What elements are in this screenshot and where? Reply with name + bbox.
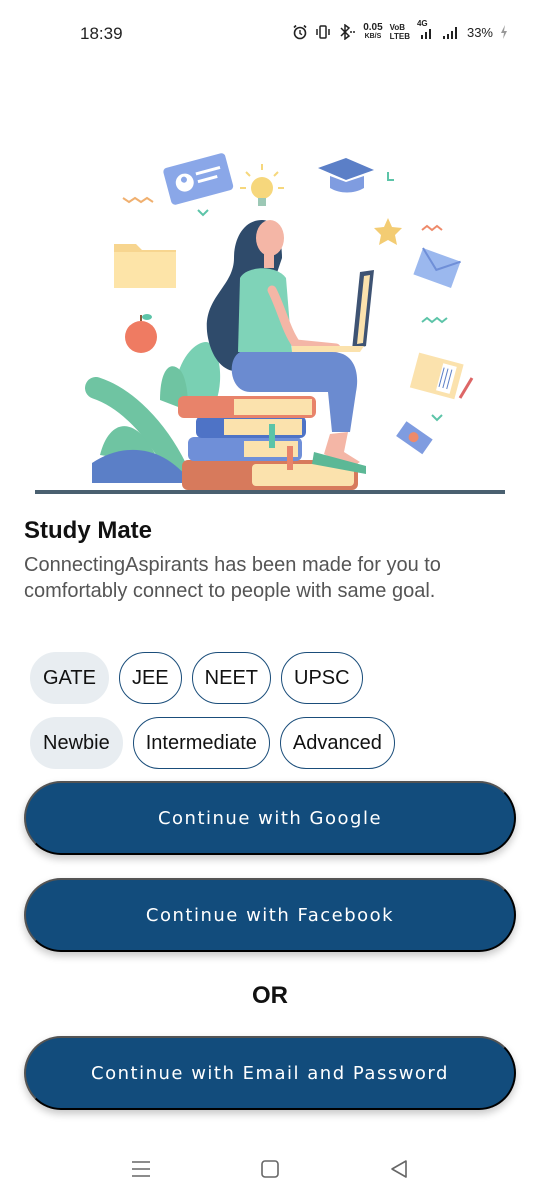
alarm-icon	[292, 22, 308, 42]
network-speed: 0.05 KB/S	[363, 23, 382, 41]
network-type: 4G	[416, 19, 428, 28]
level-chip-group: Newbie Intermediate Advanced	[30, 717, 395, 769]
home-square-icon[interactable]	[255, 1154, 285, 1184]
exam-chip-group: GATE JEE NEET UPSC	[30, 652, 363, 704]
chip-gate[interactable]: GATE	[30, 652, 109, 704]
app-description: ConnectingAspirants has been made for yo…	[24, 554, 441, 602]
chip-neet[interactable]: NEET	[191, 652, 271, 704]
volte-indicator: VoB LTEB	[390, 23, 410, 41]
or-divider: OR	[252, 982, 288, 1009]
vibrate-icon	[315, 22, 331, 42]
chip-upsc[interactable]: UPSC	[281, 652, 363, 704]
continue-google-button[interactable]: Continue with Google	[24, 781, 516, 855]
app-title: Study Mate	[24, 517, 153, 544]
speed-value: 0.05	[363, 22, 383, 33]
status-time: 18:39	[80, 24, 123, 43]
status-bar: 18:39 0.05 KB/S VoB LTEB 4G 33%	[0, 0, 540, 70]
back-triangle-icon[interactable]	[384, 1154, 414, 1184]
chip-newbie[interactable]: Newbie	[30, 717, 123, 769]
navigation-bar	[0, 1140, 540, 1200]
signal-icon	[442, 22, 460, 42]
chip-intermediate[interactable]: Intermediate	[132, 717, 270, 769]
bluetooth-icon	[338, 22, 356, 42]
continue-facebook-button[interactable]: Continue with Facebook	[24, 878, 516, 952]
hero-illustration	[0, 140, 540, 500]
chip-advanced[interactable]: Advanced	[279, 717, 395, 769]
volte-bottom: LTEB	[389, 32, 410, 41]
chip-jee[interactable]: JEE	[118, 652, 182, 704]
signal-icon: 4G	[416, 19, 435, 42]
continue-email-button[interactable]: Continue with Email and Password	[24, 1036, 516, 1110]
volte-top: VoB	[389, 23, 406, 32]
status-icons: 0.05 KB/S VoB LTEB 4G 33%	[292, 19, 508, 42]
charging-icon	[500, 22, 508, 42]
speed-unit: KB/S	[364, 33, 382, 40]
battery-level: 33%	[466, 24, 493, 40]
menu-icon[interactable]	[126, 1154, 156, 1184]
